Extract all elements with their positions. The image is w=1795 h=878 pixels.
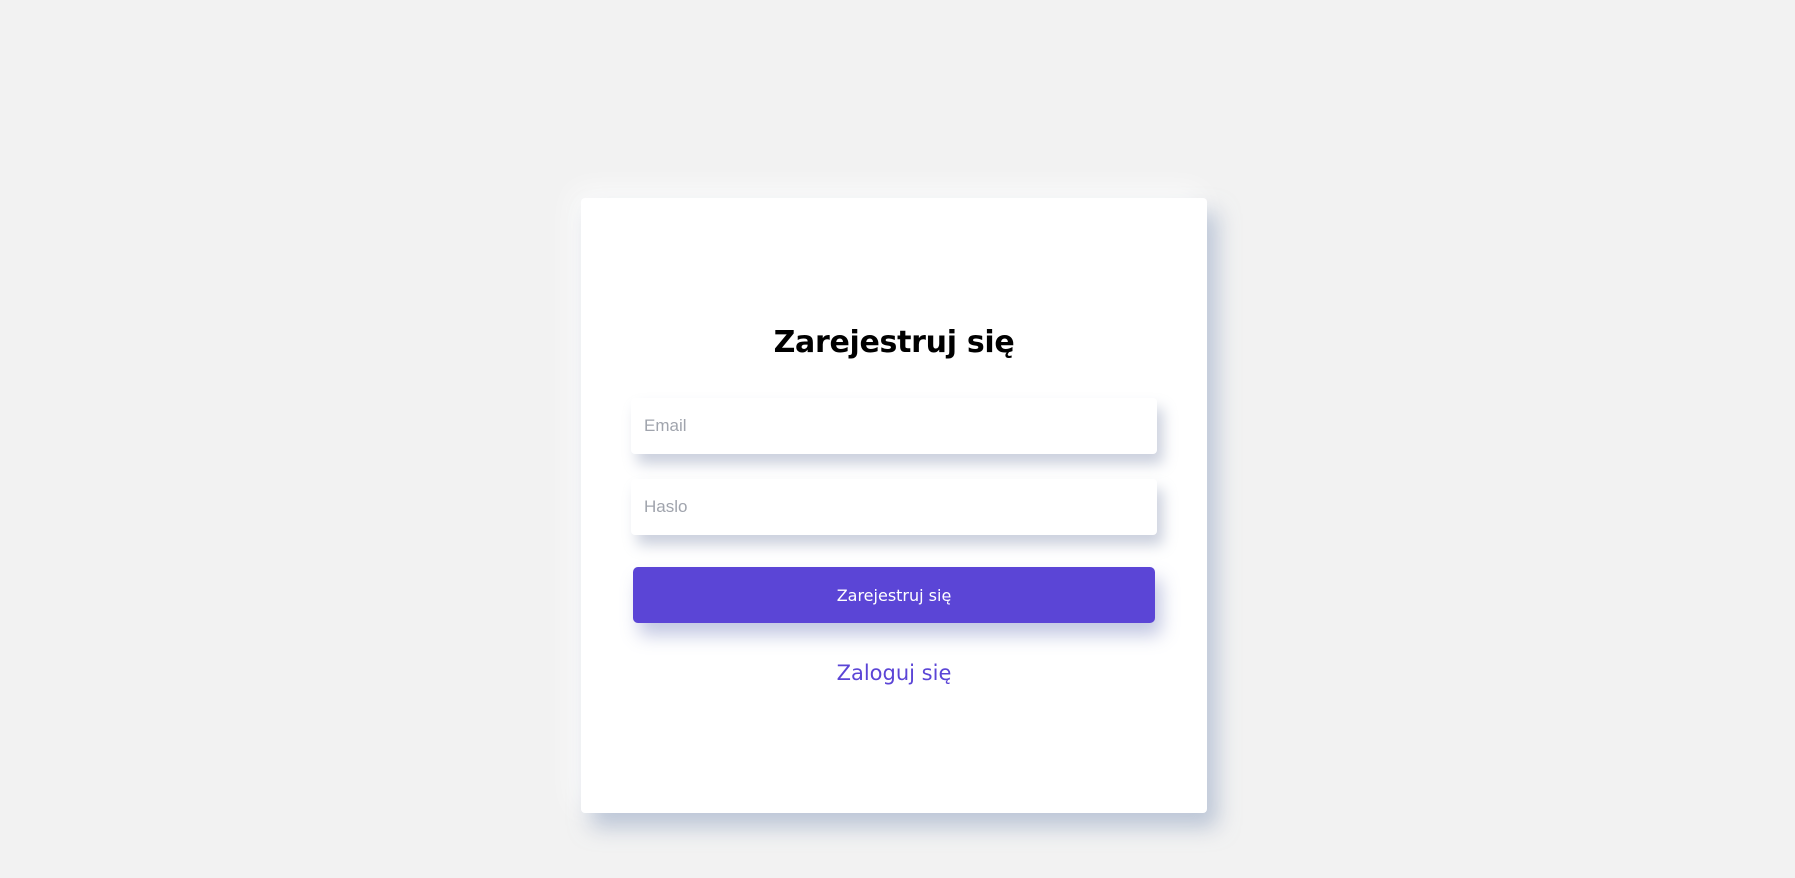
email-field-wrapper	[631, 398, 1157, 454]
register-card: Zarejestruj się Zarejestruj się Zaloguj …	[581, 198, 1207, 813]
page: Zarejestruj się Zarejestruj się Zaloguj …	[0, 0, 1795, 878]
register-button[interactable]: Zarejestruj się	[633, 567, 1155, 623]
login-link[interactable]: Zaloguj się	[581, 661, 1207, 685]
email-field[interactable]	[631, 398, 1157, 454]
password-field[interactable]	[631, 479, 1157, 535]
password-field-wrapper	[631, 479, 1157, 535]
page-title: Zarejestruj się	[773, 325, 1015, 360]
